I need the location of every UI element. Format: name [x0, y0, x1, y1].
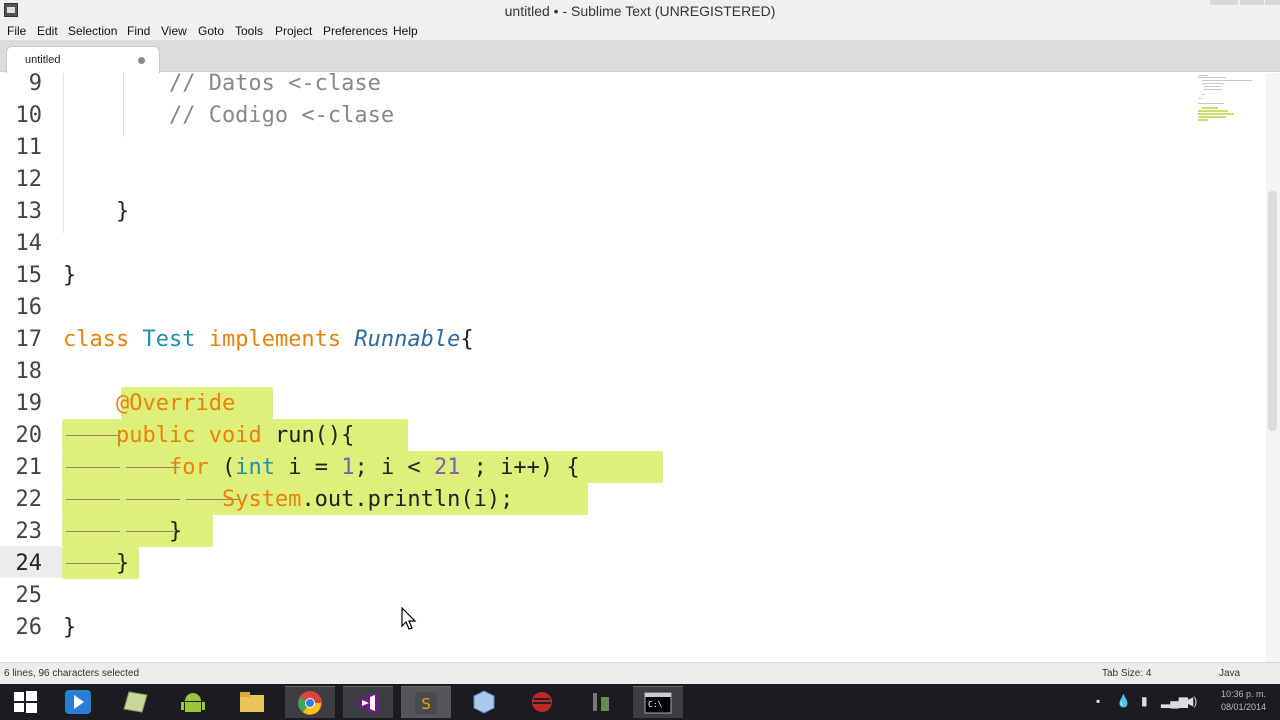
code-line[interactable]: }	[63, 516, 182, 548]
eclipse-icon[interactable]	[517, 686, 567, 718]
tab-untitled[interactable]: untitled	[6, 46, 160, 73]
tab-bar: untitled	[0, 40, 1280, 73]
line-number: 17	[15, 327, 43, 352]
menu-bar: File Edit Selection Find View Goto Tools…	[0, 22, 1280, 40]
svg-text:S: S	[421, 695, 431, 713]
line-number: 13	[15, 199, 43, 224]
command-prompt-icon[interactable]: C:\	[633, 686, 683, 718]
minimap-selection	[1198, 119, 1208, 121]
scrollbar-thumb[interactable]	[1268, 191, 1277, 431]
code-line[interactable]: class Test implements Runnable{	[63, 324, 474, 356]
code-line[interactable]: @Override	[63, 388, 235, 420]
line-number: 15	[15, 263, 43, 288]
notepad-icon[interactable]	[110, 686, 160, 718]
code-line[interactable]: System.out.println(i);	[63, 484, 513, 516]
minimap-selection	[1198, 116, 1226, 118]
minimap-line	[1198, 103, 1224, 104]
minimap-selection	[1198, 110, 1228, 112]
minimize-button[interactable]	[1210, 0, 1238, 5]
code-editor[interactable]: 9 10 11 12 13 14 15 16 17 18 19 20 21 22 23 24 25 26 // D…	[0, 73, 1280, 662]
dropbox-icon[interactable]: 💧	[1116, 694, 1131, 708]
mouse-pointer-icon	[401, 607, 417, 630]
visual-studio-icon[interactable]	[343, 686, 393, 718]
title-bar: untitled • - Sublime Text (UNREGISTERED)	[0, 0, 1280, 22]
windows-taskbar: S C:\ ▪ 💧 ▮ ▂▄▆ ◀) 10:36 p. m. 08/01/201…	[0, 684, 1280, 720]
minimap-line	[1198, 98, 1201, 99]
tool-icon[interactable]	[575, 686, 625, 718]
sublime-text-icon[interactable]: S	[401, 686, 451, 718]
line-number: 25	[15, 583, 43, 608]
tray-overflow-icon[interactable]: ▪	[1096, 694, 1100, 708]
line-number: 19	[15, 391, 43, 416]
tab-size-selector[interactable]: Tab Size: 4	[1102, 668, 1151, 679]
line-number: 10	[15, 103, 43, 128]
volume-icon[interactable]: ◀)	[1184, 694, 1197, 708]
maximize-button[interactable]	[1240, 0, 1264, 5]
minimap-line	[1198, 75, 1208, 76]
code-line[interactable]: }	[63, 612, 76, 644]
tab-label: untitled	[25, 54, 61, 66]
menu-selection[interactable]: Selection	[68, 24, 117, 38]
minimap-selection	[1202, 107, 1218, 109]
code-line[interactable]: // Codigo <-clase	[63, 100, 394, 132]
virtualbox-icon[interactable]	[459, 686, 509, 718]
menu-goto[interactable]: Goto	[198, 24, 224, 38]
code-line[interactable]: }	[63, 260, 76, 292]
menu-preferences[interactable]: Preferences	[323, 24, 388, 38]
menu-file[interactable]: File	[7, 24, 26, 38]
code-line[interactable]: // Datos <-clase	[63, 73, 381, 100]
line-number: 11	[15, 135, 43, 160]
minimap-line	[1204, 86, 1220, 87]
line-number: 24	[15, 551, 43, 576]
minimap-line	[1202, 83, 1224, 84]
menu-project[interactable]: Project	[275, 24, 312, 38]
line-number: 16	[15, 295, 43, 320]
code-line[interactable]: for (int i = 1; i < 21 ; i++) {	[63, 452, 580, 484]
menu-find[interactable]: Find	[127, 24, 150, 38]
minimap-line	[1198, 77, 1226, 78]
line-number: 9	[28, 73, 42, 96]
line-number: 18	[15, 359, 43, 384]
menu-edit[interactable]: Edit	[37, 24, 58, 38]
syntax-selector[interactable]: Java	[1219, 668, 1240, 679]
unsaved-dot-icon[interactable]	[138, 57, 145, 64]
close-button[interactable]	[1265, 0, 1280, 5]
line-number: 14	[15, 231, 43, 256]
android-icon[interactable]	[168, 686, 218, 718]
line-number: 26	[15, 615, 43, 640]
menu-view[interactable]: View	[161, 24, 187, 38]
menu-tools[interactable]: Tools	[235, 24, 263, 38]
minimap[interactable]	[1192, 73, 1266, 662]
minimap-line	[1202, 94, 1205, 95]
code-line[interactable]: }	[63, 548, 129, 580]
code-line[interactable]: public void run(){	[63, 420, 354, 452]
menu-help[interactable]: Help	[393, 24, 418, 38]
battery-icon[interactable]: ▮	[1141, 694, 1148, 708]
minimap-selection	[1198, 113, 1234, 115]
line-number: 21	[15, 455, 43, 480]
line-number: 20	[15, 423, 43, 448]
line-number: 12	[15, 167, 43, 192]
status-bar: 6 lines, 96 characters selected Tab Size…	[0, 662, 1280, 684]
line-number: 22	[15, 487, 43, 512]
minimap-line	[1202, 80, 1252, 81]
code-line[interactable]: }	[63, 196, 129, 228]
clock-date: 08/01/2014	[1220, 702, 1266, 712]
window-title: untitled • - Sublime Text (UNREGISTERED)	[504, 3, 776, 19]
file-explorer-icon[interactable]	[227, 686, 277, 718]
clock-time: 10:36 p. m.	[1220, 689, 1266, 699]
system-clock[interactable]: 10:36 p. m. 08/01/2014	[1210, 688, 1266, 714]
minimap-line	[1204, 89, 1222, 90]
start-icon[interactable]	[0, 686, 50, 718]
svg-text:C:\: C:\	[648, 700, 663, 709]
selection-status: 6 lines, 96 characters selected	[4, 668, 140, 679]
line-number: 23	[15, 519, 43, 544]
media-player-icon[interactable]	[53, 686, 103, 718]
chrome-icon[interactable]	[285, 686, 335, 718]
